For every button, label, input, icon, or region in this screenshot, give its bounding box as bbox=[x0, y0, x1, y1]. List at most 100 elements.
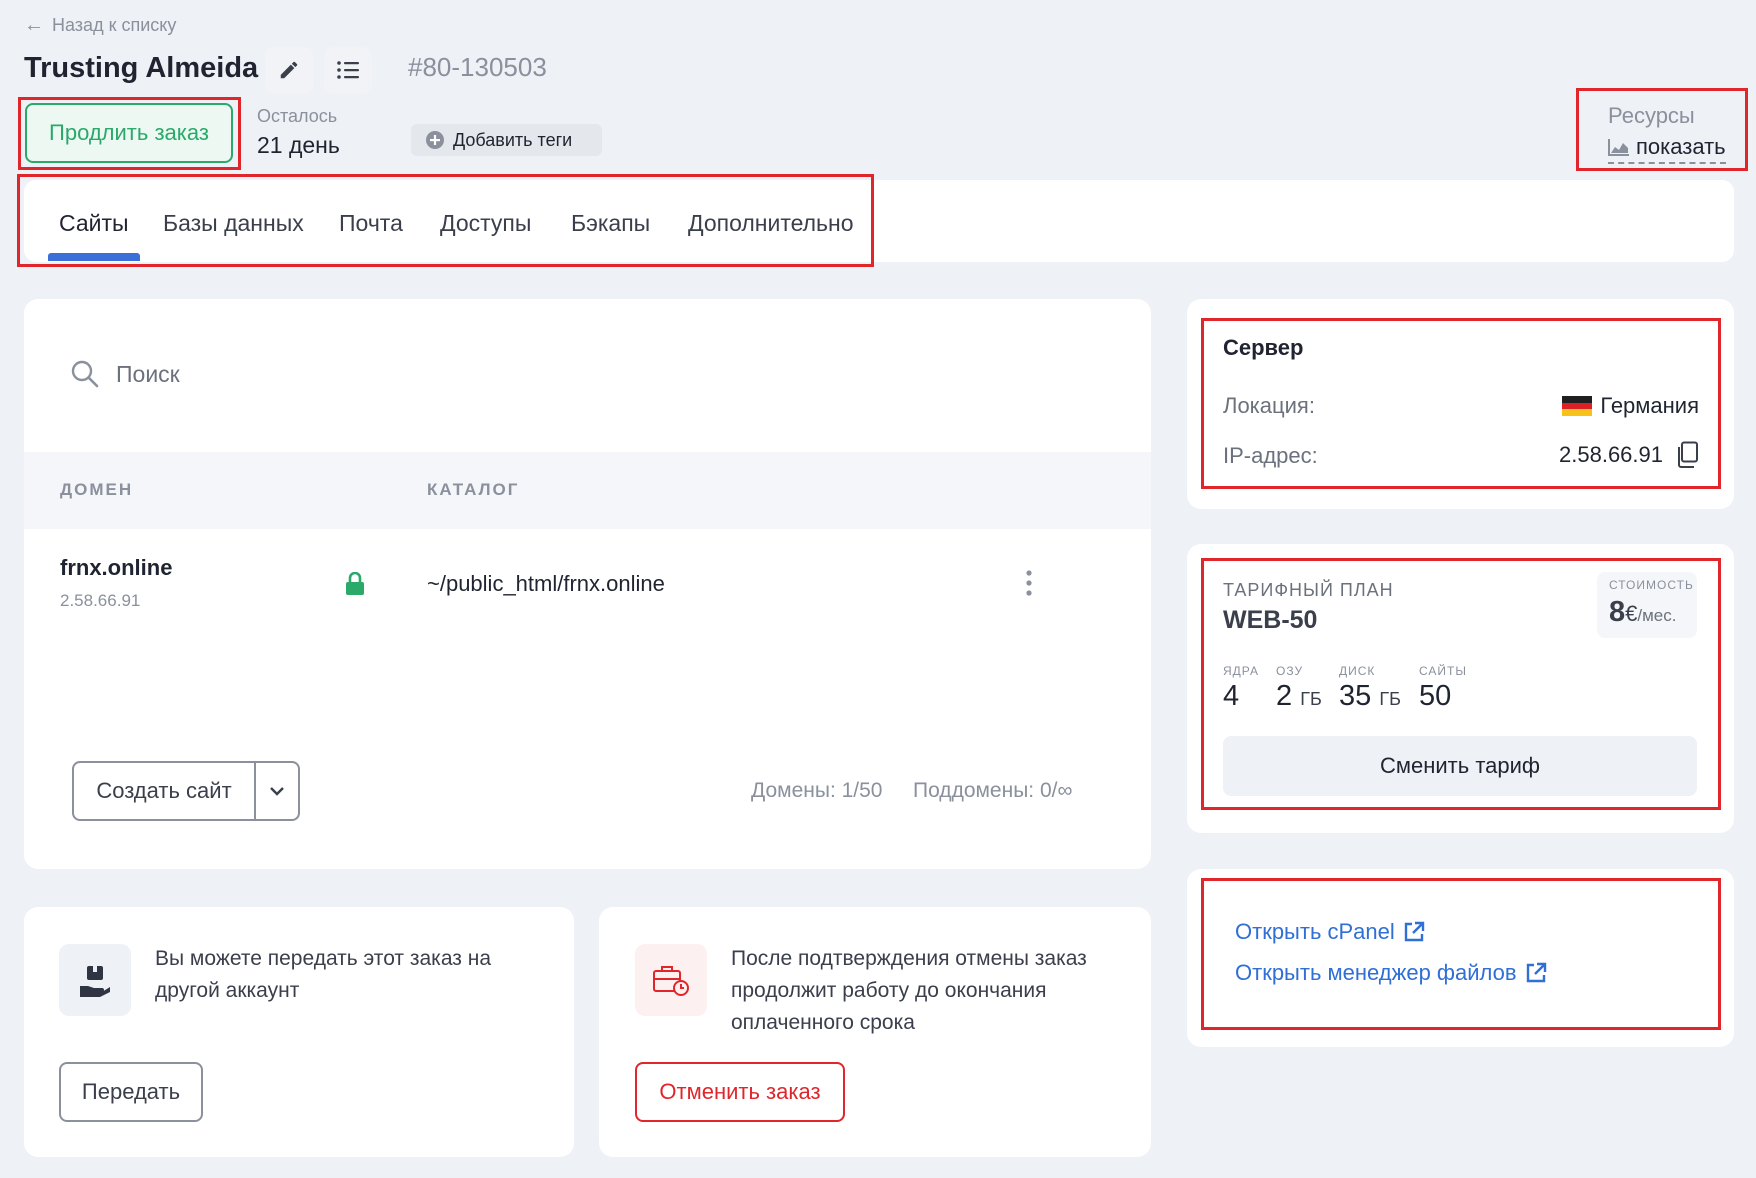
tab-databases[interactable]: Базы данных bbox=[163, 210, 304, 237]
ip-value: 2.58.66.91 bbox=[1559, 442, 1663, 467]
add-tags-button[interactable]: Добавить теги bbox=[411, 124, 602, 156]
spec-label-cores: ЯДРА bbox=[1223, 664, 1259, 678]
spec-label-sites: САЙТЫ bbox=[1419, 664, 1467, 678]
spec-value: 4 bbox=[1223, 680, 1240, 712]
page-title: Trusting Almeida bbox=[24, 52, 259, 84]
external-link-icon bbox=[1526, 962, 1546, 983]
spec-value: 50 bbox=[1419, 680, 1452, 712]
links-card: Открыть cPanel Открыть менеджер файлов bbox=[1187, 869, 1734, 1047]
spec-label-disk: ДИСК bbox=[1339, 664, 1376, 678]
resources-show-label: показать bbox=[1636, 134, 1726, 159]
site-domain[interactable]: frnx.online bbox=[60, 555, 172, 581]
search-box[interactable]: Поиск bbox=[70, 359, 180, 389]
back-link-label: Назад к списку bbox=[52, 15, 177, 35]
spec-unit: ГБ bbox=[1300, 689, 1322, 709]
spec-label-ram: ОЗУ bbox=[1276, 664, 1304, 678]
spec-value: 35 bbox=[1339, 680, 1372, 712]
plan-cost-box: СТОИМОСТЬ 8€/мес. bbox=[1597, 572, 1697, 638]
open-cpanel-label: Открыть cPanel bbox=[1235, 919, 1395, 944]
domains-count: Домены: 1/50 bbox=[751, 779, 883, 802]
hand-box-icon bbox=[80, 966, 110, 997]
more-vertical-icon[interactable] bbox=[1025, 569, 1033, 597]
cancel-order-label: Отменить заказ bbox=[659, 1079, 821, 1104]
tab-sites[interactable]: Сайты bbox=[59, 210, 129, 237]
chevron-down-icon bbox=[270, 787, 284, 796]
transfer-button-label: Передать bbox=[81, 1079, 181, 1104]
remaining-value: 21 день bbox=[257, 132, 340, 158]
cost-label: СТОИМОСТЬ bbox=[1609, 578, 1694, 592]
site-ip: 2.58.66.91 bbox=[60, 591, 141, 610]
external-link-icon bbox=[1404, 921, 1424, 942]
area-chart-icon bbox=[1608, 139, 1629, 156]
server-title: Сервер bbox=[1223, 335, 1304, 360]
create-site-button[interactable]: Создать сайт bbox=[74, 763, 256, 819]
plan-label: ТАРИФНЫЙ ПЛАН bbox=[1223, 580, 1394, 600]
resources-show-link[interactable]: показать bbox=[1608, 134, 1726, 164]
spec-value: 2 bbox=[1276, 680, 1293, 712]
open-file-manager-label: Открыть менеджер файлов bbox=[1235, 960, 1517, 985]
plan-name: WEB-50 bbox=[1223, 606, 1318, 634]
cost-currency: € bbox=[1625, 601, 1638, 626]
add-tags-label: Добавить теги bbox=[453, 129, 573, 150]
cancel-order-button[interactable]: Отменить заказ bbox=[635, 1062, 845, 1122]
arrow-left-icon: ← bbox=[24, 14, 44, 36]
cost-value-group: 8€/мес. bbox=[1609, 596, 1676, 629]
plan-card: ТАРИФНЫЙ ПЛАН WEB-50 СТОИМОСТЬ 8€/мес. Я… bbox=[1187, 544, 1734, 833]
change-plan-label: Сменить тариф bbox=[1379, 753, 1541, 778]
lock-icon bbox=[346, 572, 364, 595]
tab-mail[interactable]: Почта bbox=[339, 210, 403, 237]
spec-value-sites: 50 bbox=[1419, 680, 1451, 713]
order-hash: # bbox=[408, 52, 423, 82]
tab-backups[interactable]: Бэкапы bbox=[571, 210, 650, 237]
copy-icon[interactable] bbox=[1675, 441, 1699, 469]
germany-flag-icon bbox=[1562, 396, 1593, 416]
server-card: Сервер Локация: Германия IP-адрес: 2.58.… bbox=[1187, 299, 1734, 509]
cancel-card: После подтверждения отмены заказ продолж… bbox=[599, 907, 1151, 1157]
plus-circle-icon bbox=[426, 131, 444, 149]
table-header: ДОМЕН КАТАЛОГ bbox=[24, 452, 1151, 529]
cost-period: /мес. bbox=[1637, 606, 1677, 625]
transfer-text: Вы можете передать этот заказ на другой … bbox=[155, 947, 491, 1002]
transfer-button[interactable]: Передать bbox=[59, 1062, 203, 1122]
cancel-icon-box bbox=[635, 944, 707, 1016]
tab-additional[interactable]: Дополнительно bbox=[688, 210, 854, 237]
table-row: frnx.online 2.58.66.91 ~/public_html/frn… bbox=[24, 529, 1151, 649]
extend-order-label: Продлить заказ bbox=[49, 120, 209, 145]
tab-access[interactable]: Доступы bbox=[440, 210, 531, 237]
remaining-label: Осталось bbox=[257, 106, 338, 126]
search-icon bbox=[71, 360, 99, 388]
briefcase-clock-icon bbox=[653, 966, 689, 996]
resources-label: Ресурсы bbox=[1608, 103, 1695, 128]
transfer-card: Вы можете передать этот заказ на другой … bbox=[24, 907, 574, 1157]
cost-value: 8 bbox=[1609, 596, 1626, 628]
subdomains-count: Поддомены: 0/∞ bbox=[913, 779, 1073, 802]
change-plan-button[interactable]: Сменить тариф bbox=[1223, 736, 1697, 796]
list-icon bbox=[337, 61, 359, 79]
site-path: ~/public_html/frnx.online bbox=[427, 571, 665, 596]
tab-active-indicator bbox=[48, 253, 140, 261]
column-header-domain: ДОМЕН bbox=[60, 480, 134, 499]
order-id: #80-130503 bbox=[408, 52, 547, 83]
open-file-manager-link[interactable]: Открыть менеджер файлов bbox=[1235, 960, 1547, 986]
create-site-dropdown[interactable] bbox=[256, 763, 298, 819]
transfer-icon-box bbox=[59, 944, 131, 1016]
spec-value-cores: 4 bbox=[1223, 680, 1239, 713]
open-cpanel-link[interactable]: Открыть cPanel bbox=[1235, 919, 1425, 945]
ip-label: IP-адрес: bbox=[1223, 443, 1318, 468]
cancel-text: После подтверждения отмены заказ продолж… bbox=[731, 947, 1087, 1034]
edit-button[interactable] bbox=[265, 47, 313, 93]
back-link[interactable]: ← Назад к списку bbox=[24, 14, 176, 37]
order-number: 80-130503 bbox=[422, 52, 547, 82]
spec-unit: ГБ bbox=[1379, 689, 1401, 709]
search-placeholder: Поиск bbox=[116, 360, 180, 387]
spec-value-disk: 35 ГБ bbox=[1339, 680, 1401, 713]
location-name: Германия bbox=[1600, 393, 1699, 418]
location-value: Германия bbox=[1562, 393, 1699, 419]
extend-order-button[interactable]: Продлить заказ bbox=[25, 103, 233, 163]
create-site-group: Создать сайт bbox=[72, 761, 300, 821]
pencil-icon bbox=[280, 61, 298, 79]
column-header-catalog: КАТАЛОГ bbox=[427, 480, 520, 499]
list-button[interactable] bbox=[324, 47, 372, 93]
spec-value-ram: 2 ГБ bbox=[1276, 680, 1322, 713]
sites-card: Поиск ДОМЕН КАТАЛОГ frnx.online 2.58.66.… bbox=[24, 299, 1151, 869]
